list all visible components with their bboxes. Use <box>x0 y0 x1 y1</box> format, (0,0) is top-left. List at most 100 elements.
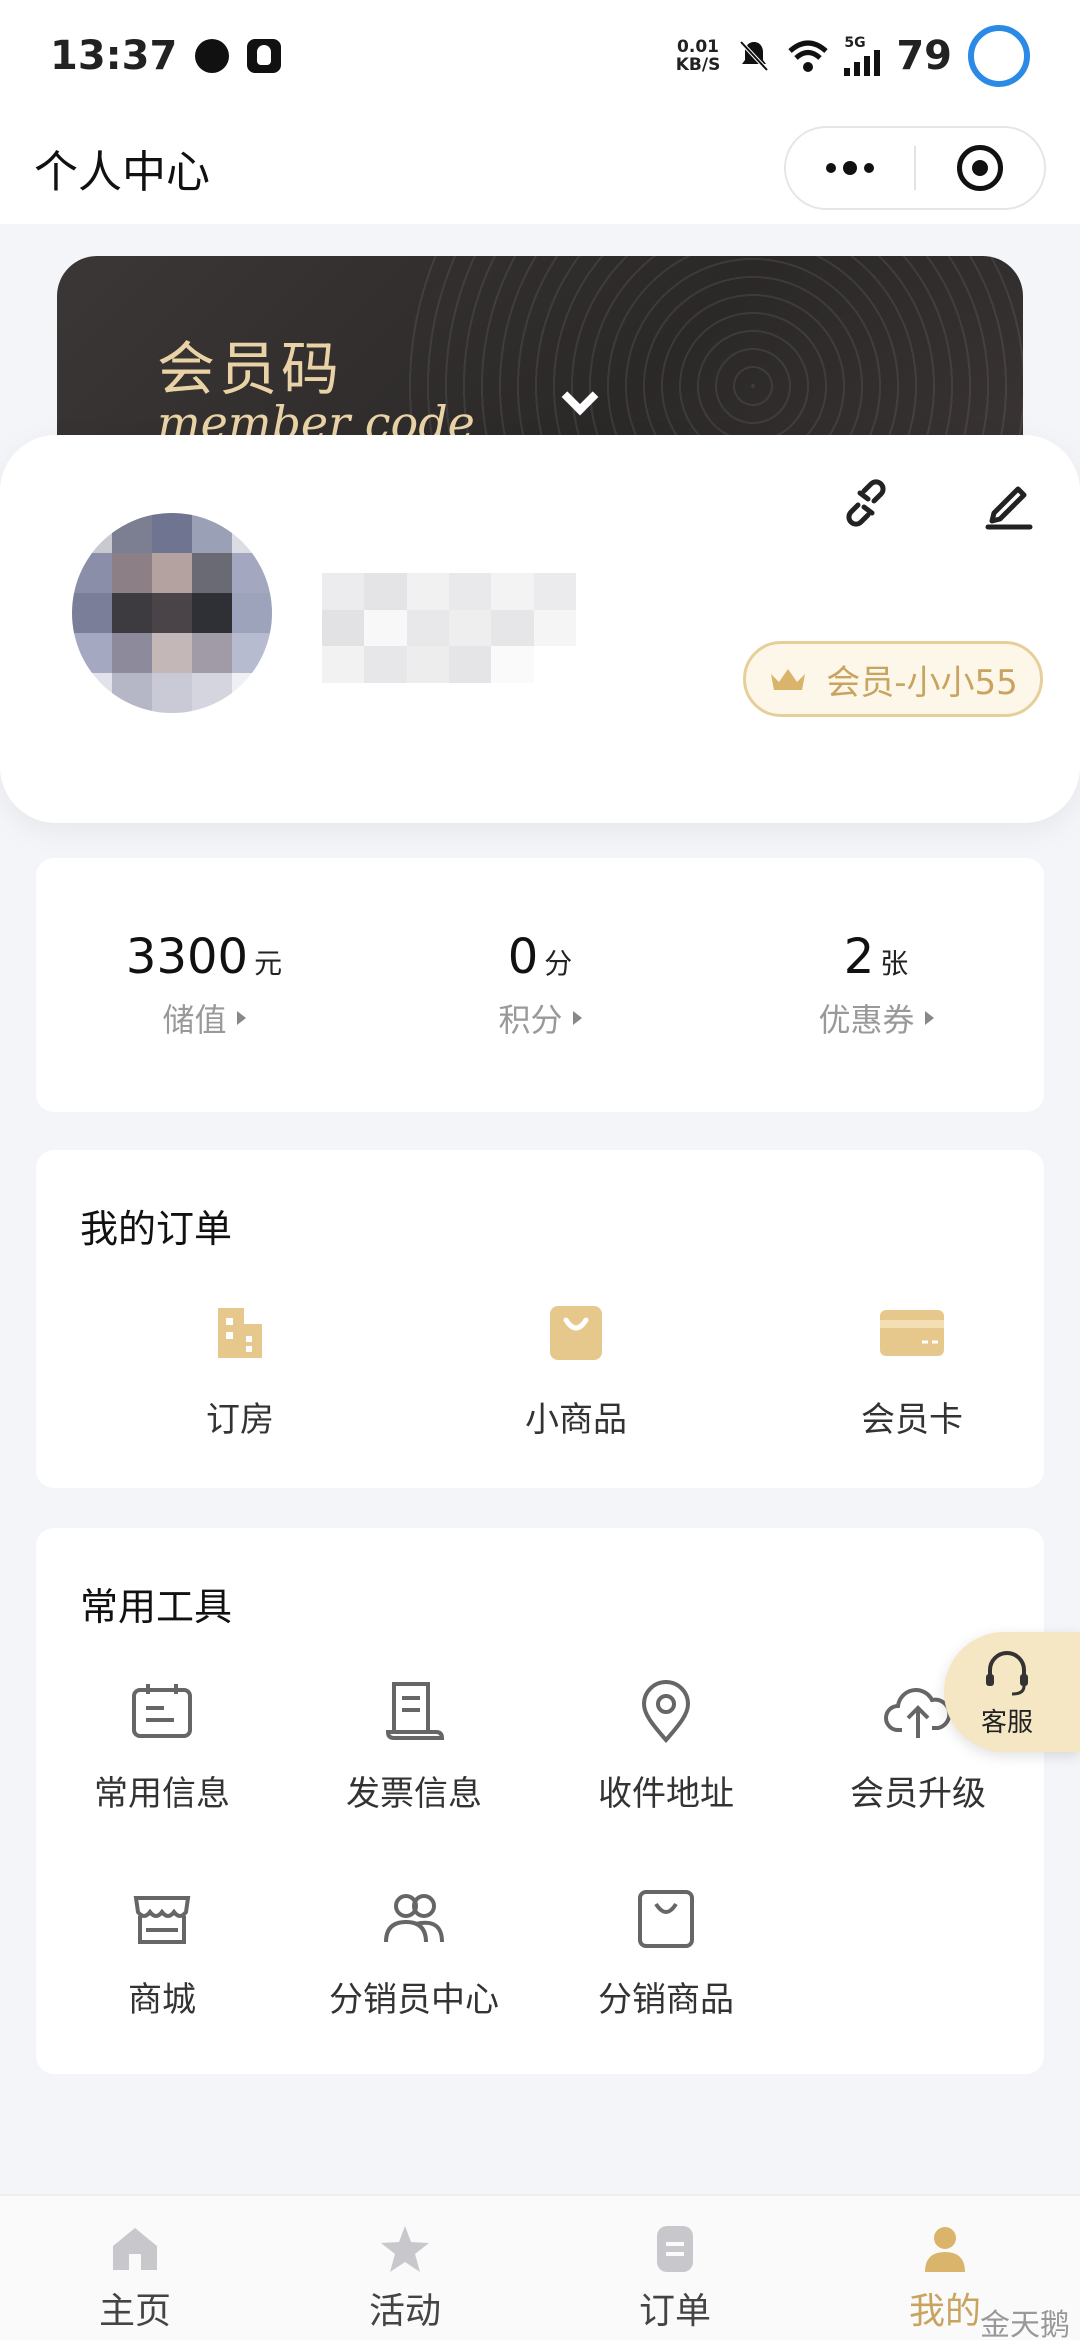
target-icon <box>957 145 1003 191</box>
bag-icon <box>638 1890 694 1948</box>
asset-coupons[interactable]: 2 张 优惠券 <box>708 858 1044 1112</box>
order-item-label: 订房 <box>206 1400 274 1440</box>
status-time: 13:37 <box>50 33 178 79</box>
points-unit: 分 <box>544 947 573 980</box>
mini-program-capsule <box>784 126 1046 210</box>
tools-title: 常用工具 <box>80 1585 233 1629</box>
page-title: 个人中心 <box>34 147 210 198</box>
tab-label: 活动 <box>368 2291 441 2332</box>
tool-item-label: 常用信息 <box>94 1774 230 1814</box>
balance-unit: 元 <box>254 947 283 980</box>
location-pin-icon <box>641 1680 691 1744</box>
net-speed-value: 0.01 <box>677 37 719 57</box>
triangle-right-icon <box>572 1011 582 1025</box>
order-item-label: 小商品 <box>525 1400 627 1440</box>
assets-card: 3300 元 储值 0 分 积分 2 张 优惠券 <box>36 858 1044 1112</box>
common-tools-card: 常用工具 常用信息 发票信息 收件地址 会员升级 商城 分销员中心 分销商品 <box>36 1528 1044 2074</box>
order-item-member-card[interactable]: 会员卡 <box>786 1298 1038 1441</box>
building-icon <box>218 1308 262 1358</box>
tool-item-mall[interactable]: 商城 <box>36 1884 288 2021</box>
net-speed: 0.01 KB/S <box>676 38 721 74</box>
customer-service-button[interactable]: 客服 <box>944 1632 1080 1752</box>
net-speed-unit: KB/S <box>675 55 721 75</box>
service-label: 客服 <box>980 1707 1033 1738</box>
tool-item-label: 会员升级 <box>850 1774 986 1814</box>
chat-bubble-icon <box>195 39 230 73</box>
shopping-bag-icon <box>550 1306 602 1360</box>
user-icon <box>925 2227 965 2272</box>
headset-icon <box>986 1650 1028 1695</box>
balance-label: 储值 <box>162 1001 227 1039</box>
status-left: 13:37 <box>50 33 282 79</box>
tab-label: 我的 <box>908 2291 981 2332</box>
tab-orders[interactable]: 订单 <box>540 2196 810 2340</box>
triangle-right-icon <box>924 1011 934 1025</box>
asset-value-row: 2 张 <box>844 929 909 985</box>
username-blurred <box>322 573 576 683</box>
close-mini-program-button[interactable] <box>916 145 1044 191</box>
asset-points[interactable]: 0 分 积分 <box>372 858 708 1112</box>
asset-label-row: 积分 <box>498 995 582 1041</box>
member-level-badge[interactable]: 会员-小小55 <box>743 641 1043 717</box>
coupons-unit: 张 <box>880 947 909 980</box>
store-icon <box>133 1896 191 1944</box>
asset-balance[interactable]: 3300 元 储值 <box>36 858 372 1112</box>
signal-icon <box>844 50 881 76</box>
tab-home[interactable]: 主页 <box>0 2196 270 2340</box>
order-item-goods[interactable]: 小商品 <box>450 1298 702 1441</box>
profile-card: 会员-小小55 <box>0 435 1080 823</box>
tab-activity[interactable]: 活动 <box>270 2196 540 2340</box>
coupons-value: 2 <box>843 929 875 985</box>
tool-item-common-info[interactable]: 常用信息 <box>36 1678 288 1815</box>
tool-item-distribution-goods[interactable]: 分销商品 <box>540 1884 792 2021</box>
bottom-tab-bar: 主页 活动 订单 我的 <box>0 2194 1080 2340</box>
wifi-icon <box>788 40 828 72</box>
tool-item-address[interactable]: 收件地址 <box>540 1678 792 1815</box>
asset-label-row: 优惠券 <box>818 995 934 1041</box>
points-label: 积分 <box>498 1001 563 1039</box>
order-list-icon <box>657 2226 693 2272</box>
calendar-note-icon <box>132 1684 192 1738</box>
member-level-label: 会员-小小55 <box>826 662 1018 703</box>
unlink-icon[interactable] <box>838 475 894 531</box>
points-value: 0 <box>507 929 539 985</box>
home-icon <box>113 2228 157 2270</box>
crown-icon <box>771 669 806 690</box>
cloud-upload-icon <box>884 1688 952 1738</box>
tool-item-distributor-center[interactable]: 分销员中心 <box>288 1884 540 2021</box>
invoice-icon <box>385 1682 445 1740</box>
coupons-label: 优惠券 <box>818 1001 915 1039</box>
nav-header: 个人中心 <box>0 112 1080 224</box>
order-item-room[interactable]: 订房 <box>114 1298 366 1441</box>
asset-value-row: 3300 元 <box>126 929 282 985</box>
triangle-right-icon <box>236 1011 246 1025</box>
battery-ring-icon <box>968 25 1030 87</box>
star-icon <box>381 2226 429 2272</box>
status-bar: 13:37 0.01 KB/S 5G 79 <box>0 0 1080 112</box>
asset-label-row: 储值 <box>162 995 246 1041</box>
tool-item-label: 收件地址 <box>598 1774 734 1814</box>
asset-value-row: 0 分 <box>508 929 573 985</box>
bell-muted-icon <box>739 40 769 72</box>
member-card-icon <box>880 1310 944 1356</box>
member-code-title: 会员码 <box>157 335 344 403</box>
network-type: 5G <box>844 35 866 51</box>
more-icon[interactable] <box>786 161 914 175</box>
orders-title: 我的订单 <box>80 1207 233 1251</box>
tool-item-invoice[interactable]: 发票信息 <box>288 1678 540 1815</box>
balance-value: 3300 <box>125 929 249 985</box>
tool-item-label: 分销员中心 <box>329 1980 499 2020</box>
my-orders-card: 我的订单 订房 小商品 会员卡 <box>36 1150 1044 1488</box>
users-icon <box>384 1894 444 1943</box>
tool-item-label: 分销商品 <box>598 1980 734 2020</box>
tab-label: 订单 <box>638 2291 711 2332</box>
status-right: 0.01 KB/S 5G 79 <box>676 25 1030 87</box>
signal-group: 5G <box>844 35 881 76</box>
qq-icon <box>247 39 282 73</box>
tool-item-label: 发票信息 <box>346 1774 482 1814</box>
battery-level: 79 <box>896 33 952 79</box>
avatar[interactable] <box>72 513 272 713</box>
tool-item-label: 商城 <box>128 1980 196 2020</box>
edit-icon[interactable] <box>980 475 1036 531</box>
watermark: 金天鹅 <box>980 2308 1070 2340</box>
